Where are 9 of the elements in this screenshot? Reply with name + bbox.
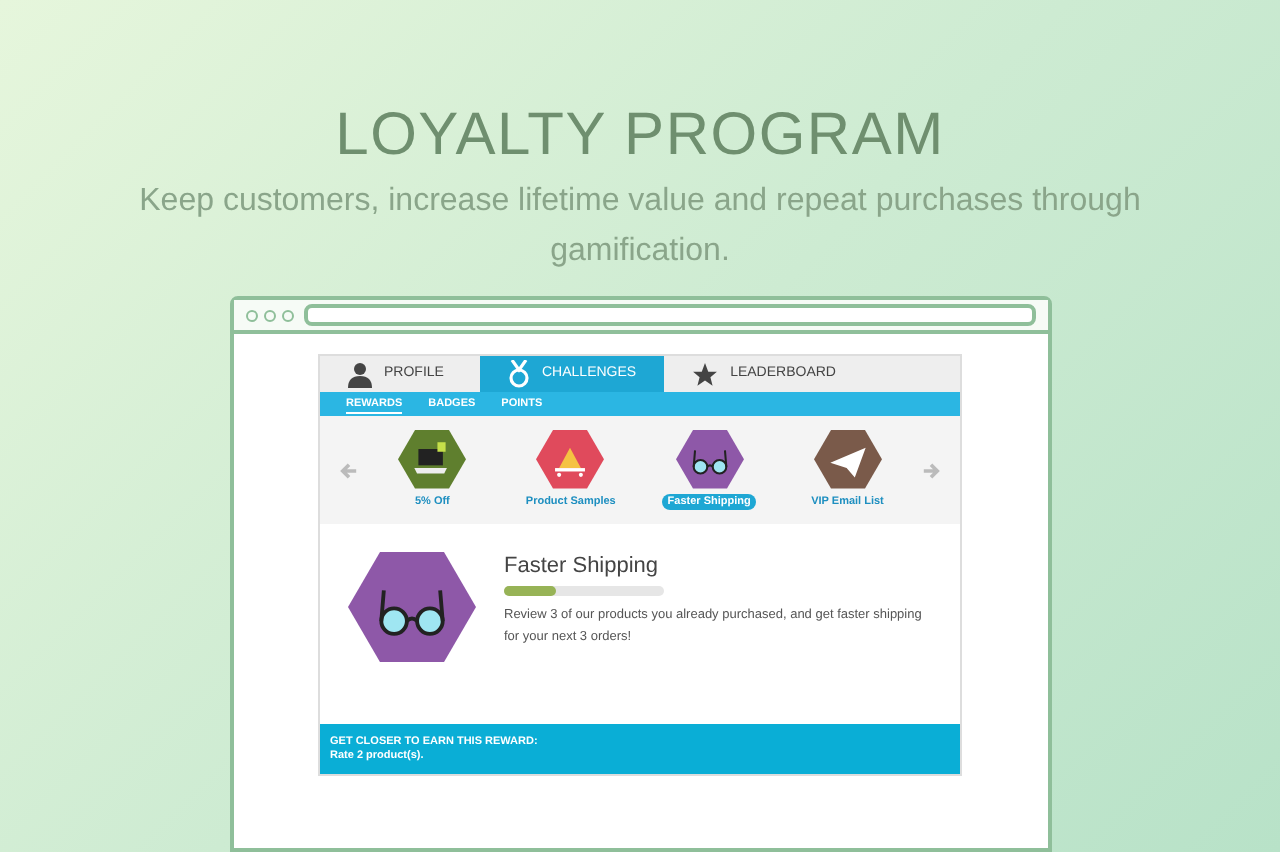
reward-title: Faster Shipping bbox=[504, 552, 661, 580]
arrow-left-icon[interactable] bbox=[340, 461, 358, 479]
person-icon bbox=[348, 361, 372, 387]
address-bar[interactable] bbox=[303, 304, 1035, 326]
star-icon bbox=[692, 361, 719, 387]
medal-icon bbox=[508, 360, 530, 388]
page-subtitle: Keep customers, increase lifetime value and repeat purchases through gamification. bbox=[137, 182, 1143, 272]
arrow-right-icon[interactable] bbox=[921, 461, 940, 479]
page-title: LOYALTY PROGRAM bbox=[335, 100, 945, 172]
